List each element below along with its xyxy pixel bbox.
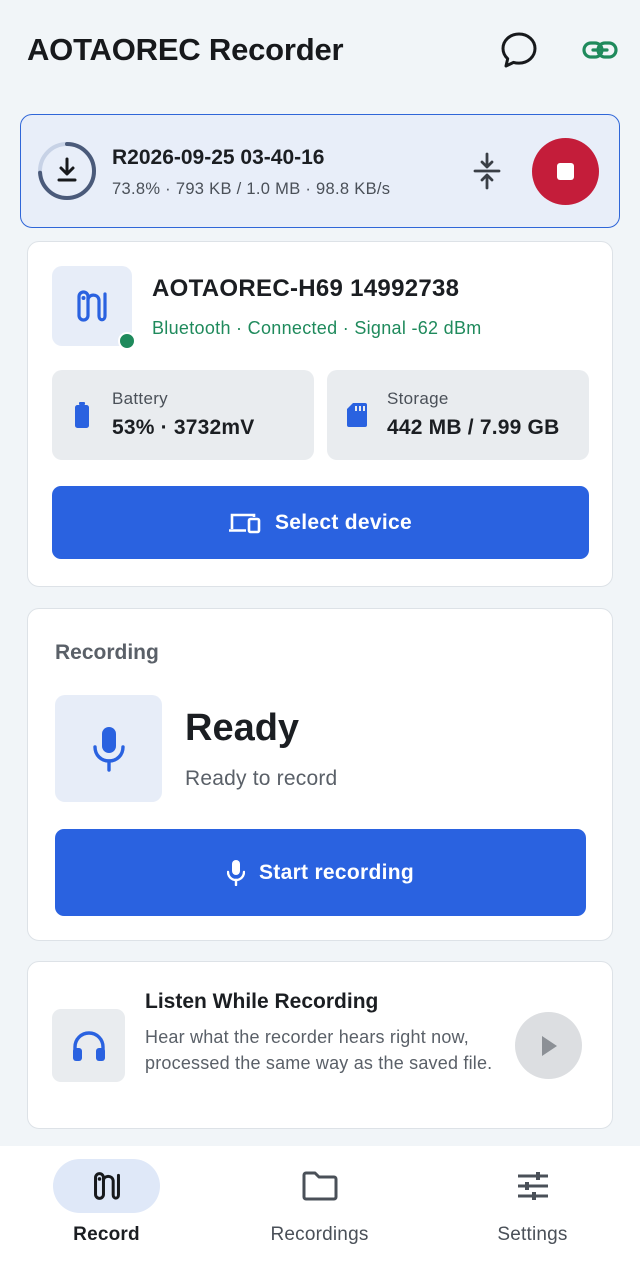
recording-state: Ready [185,707,300,749]
listen-while-recording-card: Listen While Recording Hear what the rec… [27,961,613,1129]
device-card: AOTAOREC-H69 14992738 Bluetooth · Connec… [27,241,613,587]
nav-item-settings[interactable]: Settings [426,1146,639,1271]
collapse-icon[interactable] [465,149,509,193]
stop-icon [557,163,574,180]
sd-card-icon [345,401,369,429]
device-name: AOTAOREC-H69 14992738 [152,275,460,302]
transfer-file-name: R2026-09-25 03-40-16 [112,146,325,169]
battery-stat: Battery 53% · 3732mV [52,370,314,460]
app-header: AOTAOREC Recorder [0,0,640,100]
nav-label-settings: Settings [497,1224,568,1245]
recording-section-label: Recording [55,641,159,664]
battery-value: 53% · 3732mV [112,416,255,439]
battery-icon [70,401,94,429]
bottom-navigation: Record Recordings Settings [0,1146,640,1271]
nav-label-recordings: Recordings [270,1224,369,1245]
listen-play-button[interactable] [515,1012,582,1079]
devices-icon [229,512,261,534]
recorder-icon [53,1159,160,1213]
download-icon [57,157,77,182]
link-icon[interactable] [578,28,622,72]
app-title: AOTAOREC Recorder [27,32,344,67]
device-status: Bluetooth · Connected · Signal -62 dBm [152,318,482,338]
microphone-icon-box [55,695,162,802]
storage-value: 442 MB / 7.99 GB [387,416,560,439]
recording-substatus: Ready to record [185,767,338,790]
battery-label: Battery [112,389,168,408]
transfer-progress-text: 73.8% · 793 KB / 1.0 MB · 98.8 KB/s [112,180,391,198]
storage-stat: Storage 442 MB / 7.99 GB [327,370,589,460]
nav-label-record: Record [73,1224,140,1245]
folder-icon [266,1159,373,1213]
chat-bubble-icon[interactable] [497,28,541,72]
nav-item-recordings[interactable]: Recordings [213,1146,426,1271]
nav-item-record[interactable]: Record [0,1146,213,1271]
download-progress-card[interactable]: R2026-09-25 03-40-16 73.8% · 793 KB / 1.… [20,114,620,228]
download-progress-ring [37,141,97,201]
select-device-label: Select device [275,510,412,534]
sliders-icon [479,1159,586,1213]
recorder-icon [77,290,107,322]
storage-label: Storage [387,389,449,408]
select-device-button[interactable]: Select device [52,486,589,559]
microphone-icon [226,859,245,886]
stop-transfer-button[interactable] [532,138,599,205]
start-recording-label: Start recording [258,860,415,884]
listen-description: Hear what the recorder hears right now, … [145,1027,493,1073]
play-icon [541,1035,557,1056]
headphones-icon [72,1030,105,1061]
connection-status-dot [118,332,136,350]
headphones-icon-box [52,1009,125,1082]
recording-card: Recording Ready Ready to record Start re… [27,608,613,941]
listen-title: Listen While Recording [145,990,379,1013]
start-recording-button[interactable]: Start recording [55,829,586,916]
microphone-icon [92,726,125,772]
